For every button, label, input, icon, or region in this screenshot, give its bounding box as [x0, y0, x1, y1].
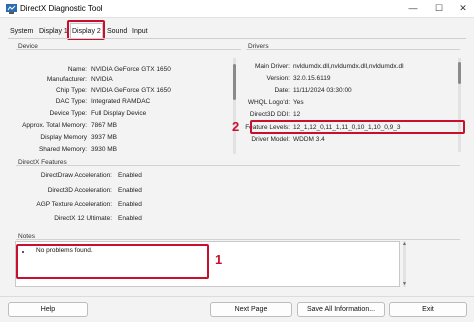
tab-bar: System Display 1 Display 2 Sound Input: [0, 22, 474, 39]
direct3d-accel-label: Direct3D Acceleration:: [47, 187, 112, 194]
help-button-label: Help: [40, 306, 56, 313]
notes-scroll-up-icon[interactable]: ▲: [402, 241, 407, 247]
whql-label: WHQL Logo'd:: [247, 99, 290, 106]
directdraw-accel-label: DirectDraw Acceleration:: [40, 172, 112, 179]
annotation-marker-1: 1: [215, 252, 223, 267]
exit-button[interactable]: Exit: [389, 302, 467, 317]
display-memory-value: 3937 MB: [91, 134, 118, 141]
notes-group-border: [16, 239, 460, 240]
direct3d-ddi-label: Direct3D DDI:: [249, 111, 290, 118]
drivers-scrollbar-thumb[interactable]: [458, 62, 461, 84]
manufacturer-label: Manufacturer:: [46, 76, 87, 83]
features-group-title: DirectX Features: [18, 159, 67, 166]
feature-levels-value: 12_1,12_0,11_1,11_0,10_1,10_0,9_3: [293, 124, 401, 131]
total-memory-value: 7867 MB: [91, 122, 118, 129]
dxdiag-app-icon: [6, 4, 17, 14]
device-group-title: Device: [18, 43, 38, 50]
main-driver-label: Main Driver:: [254, 63, 290, 70]
annotation-marker-2: 2: [232, 119, 240, 134]
main-driver-value: nvldumdx.dll,nvldumdx.dll,nvldumdx.dl: [293, 63, 404, 70]
agp-texture-accel-label: AGP Texture Acceleration:: [36, 201, 112, 208]
next-page-button-label: Next Page: [234, 306, 268, 313]
chip-type-label: Chip Type:: [56, 87, 87, 94]
device-group-border: [16, 49, 241, 50]
chip-type-value: NVIDIA GeForce GTX 1650: [91, 87, 171, 94]
shared-memory-label: Shared Memory:: [38, 146, 87, 153]
exit-button-label: Exit: [422, 306, 434, 313]
save-all-info-button-label: Save All Information...: [306, 306, 376, 313]
feature-levels-label: Feature Levels:: [245, 124, 290, 131]
device-type-value: Full Display Device: [91, 110, 147, 117]
help-button[interactable]: Help: [8, 302, 88, 317]
note-bullet: [22, 251, 24, 253]
close-button[interactable]: ✕: [450, 0, 474, 18]
direct3d-accel-value: Enabled: [118, 187, 142, 194]
dx12-ultimate-value: Enabled: [118, 215, 142, 222]
device-name-label: Name:: [67, 66, 87, 73]
window-title: DirectX Diagnostic Tool: [20, 4, 103, 13]
footer-divider: [0, 296, 474, 297]
drivers-group-border: [246, 49, 460, 50]
driver-model-label: Driver Model:: [251, 136, 290, 143]
drivers-group-title: Drivers: [248, 43, 269, 50]
maximize-button[interactable]: ☐: [426, 0, 452, 18]
manufacturer-value: NVIDIA: [91, 76, 113, 83]
tab-system[interactable]: System: [9, 26, 34, 38]
driver-date-label: Date:: [274, 87, 290, 94]
device-type-label: Device Type:: [49, 110, 87, 117]
device-scrollbar-thumb[interactable]: [233, 64, 236, 100]
save-all-info-button[interactable]: Save All Information...: [297, 302, 385, 317]
title-bar: DirectX Diagnostic Tool — ☐ ✕: [0, 0, 474, 18]
tab-sound[interactable]: Sound: [106, 26, 128, 38]
features-group-border: [16, 165, 460, 166]
tab-display-1[interactable]: Display 1: [38, 26, 69, 38]
next-page-button[interactable]: Next Page: [210, 302, 292, 317]
notes-textbox[interactable]: No problems found.: [15, 241, 400, 287]
notes-group-title: Notes: [18, 233, 35, 240]
driver-date-value: 11/11/2024 03:30:00: [293, 87, 352, 94]
total-memory-label: Approx. Total Memory:: [22, 122, 87, 129]
dac-type-value: Integrated RAMDAC: [91, 98, 151, 105]
dx12-ultimate-label: DirectX 12 Ultimate:: [54, 215, 112, 222]
tab-display-2[interactable]: Display 2: [70, 23, 103, 38]
tab-divider: [8, 38, 466, 39]
directdraw-accel-value: Enabled: [118, 172, 142, 179]
dac-type-label: DAC Type:: [55, 98, 87, 105]
shared-memory-value: 3930 MB: [91, 146, 118, 153]
direct3d-ddi-value: 12: [293, 111, 301, 118]
display-memory-label: Display Memory: [40, 134, 87, 141]
notes-scroll-down-icon[interactable]: ▼: [402, 281, 407, 287]
agp-texture-accel-value: Enabled: [118, 201, 142, 208]
whql-value: Yes: [293, 99, 304, 106]
minimize-button[interactable]: —: [400, 0, 426, 18]
driver-version-value: 32.0.15.6119: [293, 75, 331, 82]
driver-model-value: WDDM 3.4: [293, 136, 325, 143]
tab-input[interactable]: Input: [131, 26, 149, 38]
note-item: No problems found.: [36, 247, 93, 254]
device-name-value: NVIDIA GeForce GTX 1650: [91, 66, 171, 73]
driver-version-label: Version:: [266, 75, 291, 82]
